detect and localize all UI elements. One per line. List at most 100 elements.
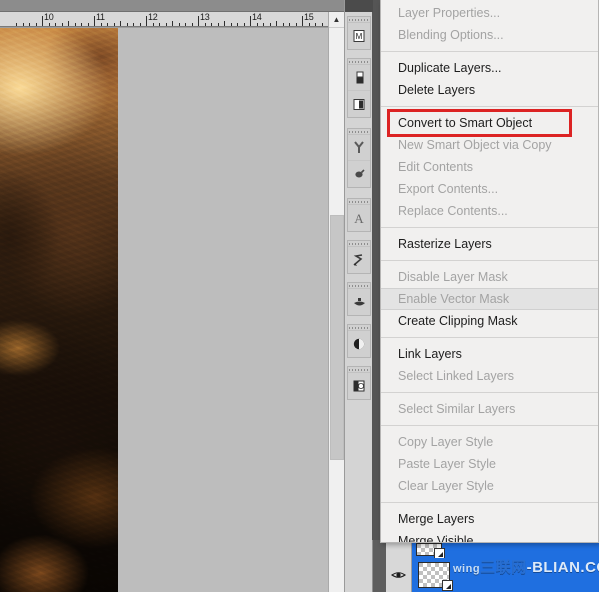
menu-separator [381, 392, 598, 393]
canvas-area[interactable] [0, 28, 328, 592]
ruler-tick [62, 23, 63, 27]
dock-group-7[interactable] [347, 324, 371, 358]
scroll-up-arrow-icon[interactable]: ▲ [329, 12, 344, 28]
ruler-tick-major [250, 16, 251, 27]
ruler-tick [29, 23, 30, 27]
menu-item-replace-contents: Replace Contents... [381, 200, 598, 222]
smart-object-badge-icon [434, 548, 445, 559]
watermark: wing三联网-BLIAN.COM [453, 556, 599, 577]
menu-item-export-contents: Export Contents... [381, 178, 598, 200]
mini-bridge-icon[interactable]: M [348, 23, 370, 49]
ruler-tick [224, 21, 225, 27]
layers-icon[interactable] [348, 373, 370, 399]
ruler-tick [127, 23, 128, 27]
ruler-tick [23, 23, 24, 27]
menu-item-label: Replace Contents... [398, 204, 508, 218]
layer-thumbnail[interactable] [418, 562, 450, 588]
menu-item-edit-contents: Edit Contents [381, 156, 598, 178]
clone-source-icon[interactable] [348, 289, 370, 315]
layer-thumbnail[interactable] [416, 543, 442, 556]
masks-icon[interactable] [348, 331, 370, 357]
dock-group-2[interactable] [347, 58, 371, 118]
ruler-tick [140, 23, 141, 27]
watermark-chinese: 三联网 [480, 559, 527, 576]
menu-item-label: Merge Visible [398, 534, 474, 543]
dock-group-5[interactable] [347, 240, 371, 274]
canvas-empty-region [118, 28, 328, 592]
ruler-tick [205, 23, 206, 27]
dock-group-3[interactable] [347, 128, 371, 188]
menu-item-duplicate-layers[interactable]: Duplicate Layers... [381, 57, 598, 79]
menu-item-label: Edit Contents [398, 160, 473, 174]
dock-group-1[interactable]: M [347, 16, 371, 50]
ruler-tick-major [146, 16, 147, 27]
ruler-tick [36, 23, 37, 27]
dock-group-6[interactable] [347, 282, 371, 316]
ruler-tick [276, 21, 277, 27]
menu-item-label: Paste Layer Style [398, 457, 496, 471]
document-window: 101112131415 [0, 0, 344, 592]
panel-dock: M [344, 0, 372, 592]
layer-context-menu[interactable]: Layer Properties...Blending Options...Du… [380, 0, 599, 543]
eye-icon [391, 570, 406, 580]
navigator-icon[interactable] [348, 91, 370, 117]
menu-item-disable-layer-mask: Disable Layer Mask [381, 266, 598, 288]
color-icon[interactable] [348, 161, 370, 187]
ruler-tick [120, 21, 121, 27]
ruler-tick [185, 23, 186, 27]
menu-separator [381, 106, 598, 107]
ruler-tick [218, 23, 219, 27]
menu-item-convert-to-smart-object[interactable]: Convert to Smart Object [381, 112, 598, 134]
adjustments-icon[interactable] [348, 135, 370, 161]
styles-icon[interactable]: A [348, 205, 370, 231]
ruler-tick [88, 23, 89, 27]
menu-item-select-linked-layers: Select Linked Layers [381, 365, 598, 387]
scrollbar-thumb[interactable] [330, 215, 344, 460]
dock-top-bar [345, 0, 373, 12]
ruler-tick [283, 23, 284, 27]
menu-item-clear-layer-style: Clear Layer Style [381, 475, 598, 497]
ruler-label: 14 [252, 12, 261, 22]
menu-separator [381, 502, 598, 503]
image-grain-overlay [0, 28, 118, 592]
menu-item-merge-layers[interactable]: Merge Layers [381, 508, 598, 530]
ruler-ticks: 101112131415 [0, 12, 328, 27]
dock-group-8[interactable] [347, 366, 371, 400]
ruler-tick [237, 23, 238, 27]
menu-item-label: Create Clipping Mask [398, 314, 518, 328]
ruler-tick [309, 23, 310, 27]
menu-item-label: Blending Options... [398, 28, 504, 42]
layers-panel[interactable]: wing三联网-BLIAN.COM [372, 540, 599, 592]
menu-item-delete-layers[interactable]: Delete Layers [381, 79, 598, 101]
menu-item-link-layers[interactable]: Link Layers [381, 343, 598, 365]
histogram-icon[interactable] [348, 65, 370, 91]
menu-item-create-clipping-mask[interactable]: Create Clipping Mask [381, 310, 598, 332]
ruler-tick-major [94, 16, 95, 27]
ruler-label: 13 [200, 12, 209, 22]
menu-item-label: Enable Vector Mask [398, 292, 509, 306]
ruler-tick [55, 23, 56, 27]
ruler-tick [81, 23, 82, 27]
ruler-label: 10 [44, 12, 53, 22]
app-root: 101112131415 ▲ M [0, 0, 599, 592]
ruler-tick [211, 23, 212, 27]
menu-item-merge-visible[interactable]: Merge Visible [381, 530, 598, 543]
svg-text:A: A [354, 211, 364, 225]
menu-item-label: Duplicate Layers... [398, 61, 502, 75]
menu-item-label: Convert to Smart Object [398, 116, 532, 130]
layer-visibility-toggle[interactable] [386, 558, 412, 592]
ruler-tick [315, 23, 316, 27]
menu-item-rasterize-layers[interactable]: Rasterize Layers [381, 233, 598, 255]
menu-item-new-smart-object-via-copy: New Smart Object via Copy [381, 134, 598, 156]
brush-icon[interactable] [348, 247, 370, 273]
watermark-suffix: -BLIAN.COM [527, 559, 599, 576]
vertical-scrollbar[interactable]: ▲ [328, 12, 344, 592]
menu-item-enable-vector-mask: Enable Vector Mask [381, 288, 598, 310]
ruler-tick [107, 23, 108, 27]
menu-item-label: Link Layers [398, 347, 462, 361]
ruler-tick [172, 21, 173, 27]
menu-item-blending-options: Blending Options... [381, 24, 598, 46]
dock-group-4[interactable]: A [347, 198, 371, 232]
ruler-tick-major [302, 16, 303, 27]
ruler-tick [296, 23, 297, 27]
